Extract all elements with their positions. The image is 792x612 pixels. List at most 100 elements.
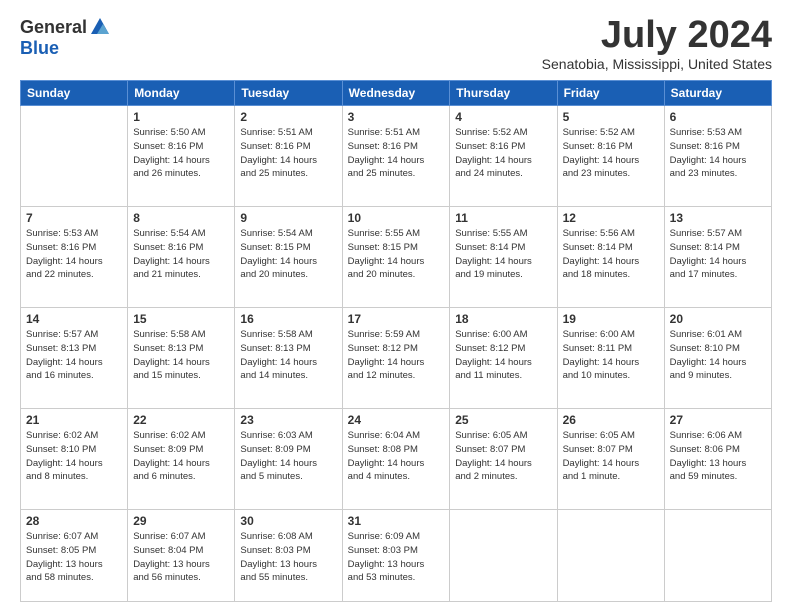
table-row: 30 Sunrise: 6:08 AM Sunset: 8:03 PM Dayli… xyxy=(235,510,342,602)
day-info: Sunrise: 5:57 AM Sunset: 8:13 PM Dayligh… xyxy=(26,328,122,383)
day-info: Sunrise: 5:56 AM Sunset: 8:14 PM Dayligh… xyxy=(563,227,659,282)
day-info: Sunrise: 6:03 AM Sunset: 8:09 PM Dayligh… xyxy=(240,429,336,484)
day-number: 30 xyxy=(240,514,336,528)
table-row: 13 Sunrise: 5:57 AM Sunset: 8:14 PM Dayli… xyxy=(664,207,771,308)
col-wednesday: Wednesday xyxy=(342,81,450,106)
table-row: 8 Sunrise: 5:54 AM Sunset: 8:16 PM Daylig… xyxy=(128,207,235,308)
day-info: Sunrise: 5:58 AM Sunset: 8:13 PM Dayligh… xyxy=(133,328,229,383)
day-number: 7 xyxy=(26,211,122,225)
table-row: 29 Sunrise: 6:07 AM Sunset: 8:04 PM Dayli… xyxy=(128,510,235,602)
day-info: Sunrise: 5:53 AM Sunset: 8:16 PM Dayligh… xyxy=(26,227,122,282)
table-row: 14 Sunrise: 5:57 AM Sunset: 8:13 PM Dayli… xyxy=(21,308,128,409)
day-number: 6 xyxy=(670,110,766,124)
day-number: 27 xyxy=(670,413,766,427)
day-info: Sunrise: 6:06 AM Sunset: 8:06 PM Dayligh… xyxy=(670,429,766,484)
calendar-table: Sunday Monday Tuesday Wednesday Thursday… xyxy=(20,80,772,602)
day-number: 3 xyxy=(348,110,445,124)
table-row: 18Sunrise: 6:00 AM Sunset: 8:12 PM Dayli… xyxy=(450,308,557,409)
table-row: 28 Sunrise: 6:07 AM Sunset: 8:05 PM Dayli… xyxy=(21,510,128,602)
day-number: 12 xyxy=(563,211,659,225)
table-row: 4 Sunrise: 5:52 AM Sunset: 8:16 PM Daylig… xyxy=(450,106,557,207)
day-info: Sunrise: 6:01 AM Sunset: 8:10 PM Dayligh… xyxy=(670,328,766,383)
calendar-week-2: 7 Sunrise: 5:53 AM Sunset: 8:16 PM Daylig… xyxy=(21,207,772,308)
day-info: Sunrise: 5:51 AM Sunset: 8:16 PM Dayligh… xyxy=(348,126,445,181)
table-row: 21 Sunrise: 6:02 AM Sunset: 8:10 PM Dayli… xyxy=(21,409,128,510)
day-number: 10 xyxy=(348,211,445,225)
table-row: 16 Sunrise: 5:58 AM Sunset: 8:13 PM Dayli… xyxy=(235,308,342,409)
day-number: 23 xyxy=(240,413,336,427)
day-info: Sunrise: 5:54 AM Sunset: 8:16 PM Dayligh… xyxy=(133,227,229,282)
day-info: Sunrise: 6:07 AM Sunset: 8:04 PM Dayligh… xyxy=(133,530,229,585)
day-info: Sunrise: 6:02 AM Sunset: 8:10 PM Dayligh… xyxy=(26,429,122,484)
table-row: 3 Sunrise: 5:51 AM Sunset: 8:16 PM Daylig… xyxy=(342,106,450,207)
day-number: 19 xyxy=(563,312,659,326)
table-row: 23 Sunrise: 6:03 AM Sunset: 8:09 PM Dayli… xyxy=(235,409,342,510)
table-row: 12 Sunrise: 5:56 AM Sunset: 8:14 PM Dayli… xyxy=(557,207,664,308)
title-block: July 2024 Senatobia, Mississippi, United… xyxy=(542,16,772,72)
day-info: Sunrise: 6:07 AM Sunset: 8:05 PM Dayligh… xyxy=(26,530,122,585)
logo-blue: Blue xyxy=(20,38,59,59)
day-info: Sunrise: 5:55 AM Sunset: 8:15 PM Dayligh… xyxy=(348,227,445,282)
calendar-week-1: 1 Sunrise: 5:50 AM Sunset: 8:16 PM Daylig… xyxy=(21,106,772,207)
table-row xyxy=(664,510,771,602)
day-number: 28 xyxy=(26,514,122,528)
day-number: 5 xyxy=(563,110,659,124)
day-info: Sunrise: 6:05 AM Sunset: 8:07 PM Dayligh… xyxy=(455,429,551,484)
calendar-week-3: 14 Sunrise: 5:57 AM Sunset: 8:13 PM Dayli… xyxy=(21,308,772,409)
col-monday: Monday xyxy=(128,81,235,106)
day-info: Sunrise: 5:54 AM Sunset: 8:15 PM Dayligh… xyxy=(240,227,336,282)
day-info: Sunrise: 5:50 AM Sunset: 8:16 PM Dayligh… xyxy=(133,126,229,181)
table-row: 2Sunrise: 5:51 AM Sunset: 8:16 PM Daylig… xyxy=(235,106,342,207)
day-info: Sunrise: 6:02 AM Sunset: 8:09 PM Dayligh… xyxy=(133,429,229,484)
col-thursday: Thursday xyxy=(450,81,557,106)
day-info: Sunrise: 5:55 AM Sunset: 8:14 PM Dayligh… xyxy=(455,227,551,282)
table-row: 31Sunrise: 6:09 AM Sunset: 8:03 PM Dayli… xyxy=(342,510,450,602)
table-row: 17Sunrise: 5:59 AM Sunset: 8:12 PM Dayli… xyxy=(342,308,450,409)
day-info: Sunrise: 6:08 AM Sunset: 8:03 PM Dayligh… xyxy=(240,530,336,585)
day-number: 25 xyxy=(455,413,551,427)
day-number: 18 xyxy=(455,312,551,326)
calendar-week-5: 28 Sunrise: 6:07 AM Sunset: 8:05 PM Dayli… xyxy=(21,510,772,602)
logo-general: General xyxy=(20,17,87,38)
table-row: 5 Sunrise: 5:52 AM Sunset: 8:16 PM Daylig… xyxy=(557,106,664,207)
day-number: 29 xyxy=(133,514,229,528)
table-row: 26Sunrise: 6:05 AM Sunset: 8:07 PM Dayli… xyxy=(557,409,664,510)
table-row: 6Sunrise: 5:53 AM Sunset: 8:16 PM Daylig… xyxy=(664,106,771,207)
day-number: 15 xyxy=(133,312,229,326)
day-info: Sunrise: 6:05 AM Sunset: 8:07 PM Dayligh… xyxy=(563,429,659,484)
month-year-title: July 2024 xyxy=(542,16,772,54)
calendar-header-row: Sunday Monday Tuesday Wednesday Thursday… xyxy=(21,81,772,106)
table-row: 24Sunrise: 6:04 AM Sunset: 8:08 PM Dayli… xyxy=(342,409,450,510)
day-number: 14 xyxy=(26,312,122,326)
day-number: 17 xyxy=(348,312,445,326)
day-number: 4 xyxy=(455,110,551,124)
table-row: 7 Sunrise: 5:53 AM Sunset: 8:16 PM Daylig… xyxy=(21,207,128,308)
day-number: 8 xyxy=(133,211,229,225)
logo: General Blue xyxy=(20,16,111,59)
day-number: 1 xyxy=(133,110,229,124)
table-row: 20 Sunrise: 6:01 AM Sunset: 8:10 PM Dayli… xyxy=(664,308,771,409)
table-row: 11Sunrise: 5:55 AM Sunset: 8:14 PM Dayli… xyxy=(450,207,557,308)
table-row xyxy=(450,510,557,602)
day-number: 22 xyxy=(133,413,229,427)
day-number: 2 xyxy=(240,110,336,124)
table-row: 15 Sunrise: 5:58 AM Sunset: 8:13 PM Dayli… xyxy=(128,308,235,409)
day-info: Sunrise: 5:57 AM Sunset: 8:14 PM Dayligh… xyxy=(670,227,766,282)
day-number: 21 xyxy=(26,413,122,427)
day-info: Sunrise: 6:09 AM Sunset: 8:03 PM Dayligh… xyxy=(348,530,445,585)
day-number: 20 xyxy=(670,312,766,326)
table-row: 9 Sunrise: 5:54 AM Sunset: 8:15 PM Daylig… xyxy=(235,207,342,308)
calendar-page: General Blue July 2024 Senatobia, Missis… xyxy=(0,0,792,612)
day-number: 16 xyxy=(240,312,336,326)
table-row xyxy=(21,106,128,207)
table-row: 22 Sunrise: 6:02 AM Sunset: 8:09 PM Dayli… xyxy=(128,409,235,510)
day-number: 9 xyxy=(240,211,336,225)
calendar-week-4: 21 Sunrise: 6:02 AM Sunset: 8:10 PM Dayli… xyxy=(21,409,772,510)
col-tuesday: Tuesday xyxy=(235,81,342,106)
day-info: Sunrise: 5:52 AM Sunset: 8:16 PM Dayligh… xyxy=(455,126,551,181)
col-friday: Friday xyxy=(557,81,664,106)
day-info: Sunrise: 5:58 AM Sunset: 8:13 PM Dayligh… xyxy=(240,328,336,383)
day-info: Sunrise: 6:04 AM Sunset: 8:08 PM Dayligh… xyxy=(348,429,445,484)
day-info: Sunrise: 5:52 AM Sunset: 8:16 PM Dayligh… xyxy=(563,126,659,181)
day-number: 13 xyxy=(670,211,766,225)
